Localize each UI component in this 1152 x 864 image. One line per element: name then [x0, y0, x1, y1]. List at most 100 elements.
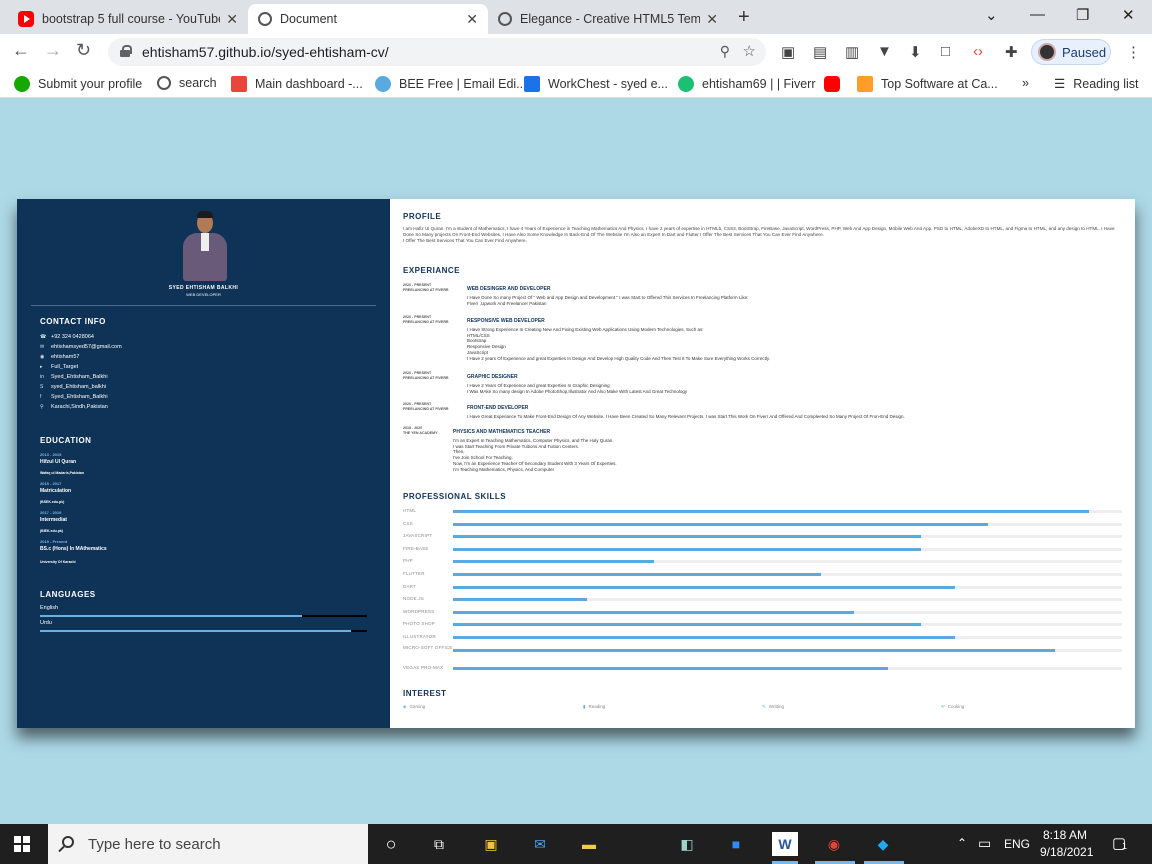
skill-bar-fill: [453, 667, 888, 671]
tab-close-icon[interactable]: ✕: [706, 11, 718, 28]
interest-item: ✎ Writting: [762, 704, 784, 710]
experience-heading: EXPERIANCE: [403, 266, 461, 275]
linkedin-icon: in: [40, 373, 44, 380]
dashboard-icon: [231, 76, 247, 92]
contact-item[interactable]: ✉ ehtishamsyed57@gmail.com: [40, 344, 122, 350]
tab-search-icon[interactable]: ⌄: [985, 6, 998, 24]
bookmarks-overflow-icon[interactable]: »: [1022, 76, 1029, 90]
bookmark-item[interactable]: ehtisham69 | | Fiverr: [678, 76, 815, 92]
minimize-button[interactable]: —: [1030, 6, 1045, 23]
vscode-icon[interactable]: ◆: [870, 832, 896, 856]
file-explorer-icon[interactable]: ▬: [576, 832, 602, 856]
resume-main: PROFILE I am Hafiz Ul Quran. I'm a stude…: [390, 199, 1135, 728]
education-degree: Matriculation: [40, 488, 72, 494]
resume-role: WEB DEVELOPER: [186, 292, 221, 297]
capterra-icon: [857, 76, 873, 92]
tab-elegance[interactable]: Elegance - Creative HTML5 Template ✕: [488, 4, 728, 34]
extension-box-icon[interactable]: □: [941, 43, 950, 60]
bookmark-label: BEE Free | Email Edi...: [399, 77, 527, 91]
profile-paragraph: I am Hafiz Ul Quran. I'm a student of Ma…: [403, 226, 1115, 237]
bookmark-label: Top Software at Ca...: [881, 77, 998, 91]
new-tab-button[interactable]: +: [738, 6, 750, 29]
network-icon[interactable]: ▭: [978, 835, 991, 852]
clock-date[interactable]: 9/18/2021: [1040, 845, 1093, 859]
skill-bar: [453, 510, 1122, 513]
skill-label: PHP: [403, 558, 413, 564]
experience-title: WEB DESINGER AND DEVELOPER: [467, 286, 551, 292]
extension-doc-icon[interactable]: ▤: [813, 43, 827, 61]
reading-list-button[interactable]: ☰ Reading list: [1054, 76, 1139, 92]
languages-heading: LANGUAGES: [40, 590, 96, 599]
reload-icon[interactable]: ↻: [76, 40, 91, 61]
back-icon[interactable]: ←: [12, 40, 30, 61]
forward-icon[interactable]: →: [44, 40, 62, 61]
notepad-icon[interactable]: ◧: [674, 832, 700, 856]
bookmark-item[interactable]: WorkChest - syed e...: [524, 76, 668, 92]
tray-chevron-icon[interactable]: ⌃: [957, 836, 967, 850]
contact-item[interactable]: ☎ +92 324 0428064: [40, 334, 94, 340]
contact-item[interactable]: ◉ ehtisham57: [40, 354, 79, 360]
mail-icon[interactable]: ✉: [527, 832, 553, 856]
profile-button[interactable]: Paused: [1031, 39, 1111, 65]
contact-item[interactable]: f Syed_Ehtisham_Balkhi: [40, 394, 108, 400]
taskbar-search-input[interactable]: Type here to search: [48, 824, 368, 864]
bookmark-item[interactable]: Submit your profile: [14, 76, 142, 92]
bookmark-star-icon[interactable]: ☆: [743, 42, 756, 60]
experience-line: I'm Teaching Mathematics, Physics, And C…: [453, 466, 555, 472]
extension-code-icon[interactable]: ‹›: [973, 43, 983, 60]
skill-label: WORDPRESS: [403, 608, 435, 614]
contact-item[interactable]: ▸ Full_Target: [40, 364, 78, 370]
notification-icon[interactable]: ▢ 1: [1112, 834, 1127, 852]
skill-bar: [453, 573, 1122, 576]
download-icon[interactable]: ⬇: [909, 43, 922, 61]
close-window-button[interactable]: ✕: [1122, 6, 1135, 24]
extension-chart-icon[interactable]: ▥: [845, 43, 859, 61]
tab-close-icon[interactable]: ✕: [466, 11, 478, 28]
clock-time[interactable]: 8:18 AM: [1043, 828, 1087, 842]
education-year: 2019 - Present: [40, 539, 68, 544]
chrome-icon[interactable]: ◉: [821, 832, 847, 856]
zoom-icon[interactable]: ⚲: [720, 43, 730, 60]
word-icon[interactable]: W: [772, 832, 798, 856]
search-placeholder: Type here to search: [88, 835, 221, 853]
store-icon[interactable]: ▣: [478, 832, 504, 856]
bookmark-item[interactable]: Top Software at Ca...: [857, 76, 998, 92]
task-view-icon[interactable]: ⧉: [426, 832, 452, 856]
windows-start-icon[interactable]: [14, 836, 30, 852]
skype-icon: S: [40, 383, 44, 390]
contact-item[interactable]: in Syed_Ehtisham_Balkhi: [40, 374, 108, 380]
menu-icon[interactable]: ⋮: [1126, 43, 1141, 61]
extension-js-icon[interactable]: ▣: [781, 43, 795, 61]
skill-bar-fill: [453, 598, 587, 602]
bookmark-label: Submit your profile: [38, 77, 143, 91]
restore-button[interactable]: ❐: [1076, 6, 1089, 24]
bookmarks-bar: Submit your profile search Main dashboar…: [0, 70, 1152, 98]
profile-paragraph-2: I Offer The Best Services That You Can E…: [403, 238, 527, 243]
puzzle-icon[interactable]: ✚: [1005, 43, 1018, 61]
zoom-app-icon[interactable]: ■: [723, 832, 749, 856]
bookmark-item[interactable]: search: [157, 76, 217, 90]
fiverr-icon: [678, 76, 694, 92]
education-degree: Hifzul Ul Quran: [40, 459, 77, 465]
skill-bar-fill: [453, 522, 989, 526]
workchest-icon: [524, 76, 540, 92]
extension-download-icon[interactable]: ▼: [877, 43, 892, 60]
tab-youtube[interactable]: bootstrap 5 full course - YouTube ✕: [8, 4, 248, 34]
tab-document[interactable]: Document ✕: [248, 4, 488, 34]
cortana-icon[interactable]: ○: [378, 832, 404, 856]
bookmark-item[interactable]: BEE Free | Email Edi...: [375, 76, 527, 92]
skill-bar: [453, 648, 1122, 652]
tab-close-icon[interactable]: ✕: [226, 11, 238, 28]
bookmark-item[interactable]: [824, 76, 848, 92]
skill-bar-fill: [453, 623, 922, 627]
education-school: (BIEK.edu.pk): [40, 529, 63, 533]
bookmark-item[interactable]: Main dashboard -...: [231, 76, 363, 92]
address-bar[interactable]: ehtisham57.github.io/syed-ehtisham-cv/ ⚲…: [108, 38, 766, 66]
phone-icon: ☎: [40, 333, 47, 340]
skill-bar-fill: [453, 535, 922, 539]
language-bar-fill: [40, 630, 351, 632]
contact-item[interactable]: Ssyed_Ehtisham_balkhi: [40, 384, 106, 390]
language-indicator[interactable]: ENG: [1004, 837, 1030, 851]
experience-line: I Was MAke So many design In Adobe Photo…: [467, 388, 688, 394]
upwork-icon: [14, 76, 30, 92]
